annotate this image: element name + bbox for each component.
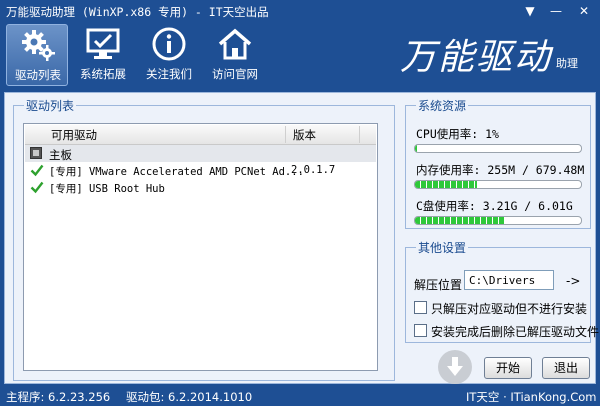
main-program-version: 主程序: 6.2.23.256 bbox=[6, 390, 111, 404]
download-arrow-icon bbox=[438, 350, 472, 384]
cpu-usage-label: CPU使用率: 1% bbox=[416, 127, 499, 141]
system-resources-group-title: 系统资源 bbox=[416, 97, 469, 114]
memory-usage-label: 内存使用率: 255M / 679.48M bbox=[416, 163, 585, 177]
nav-label: 系统拓展 bbox=[80, 67, 126, 81]
main-content: 驱动列表 可用驱动 版本 主板 [专用] VMware Accelerated … bbox=[4, 92, 599, 384]
column-available-drivers[interactable]: 可用驱动 bbox=[51, 127, 97, 143]
extract-only-label[interactable]: 只解压对应驱动但不进行安装 bbox=[431, 300, 587, 317]
nav-system-extension[interactable]: 系统拓展 bbox=[72, 24, 134, 86]
nav-driver-list[interactable]: 驱动列表 bbox=[6, 24, 68, 86]
delete-after-install-checkbox[interactable] bbox=[414, 324, 427, 337]
nav-follow-us[interactable]: 关注我们 bbox=[138, 24, 200, 86]
cpu-usage-bar bbox=[414, 144, 582, 153]
brand-logo-text: 万能驱动 bbox=[400, 37, 553, 78]
category-box-icon bbox=[30, 147, 42, 159]
driver-row[interactable]: [专用] VMware Accelerated AMD PCNet Ad... … bbox=[25, 162, 376, 179]
window-title: 万能驱动助理 (WinXP.x86 专用) - IT天空出品 bbox=[6, 5, 269, 19]
nav-label: 访问官网 bbox=[212, 67, 258, 81]
driver-list-group-title: 驱动列表 bbox=[24, 97, 77, 114]
other-settings-group-title: 其他设置 bbox=[416, 239, 469, 256]
minimize-button[interactable]: — bbox=[548, 3, 564, 19]
driver-group-name: 主板 bbox=[49, 148, 72, 162]
nav-label: 驱动列表 bbox=[15, 68, 61, 82]
nav-official-site[interactable]: 访问官网 bbox=[204, 24, 266, 86]
monitor-icon bbox=[86, 28, 120, 59]
exit-button[interactable]: 退出 bbox=[542, 357, 590, 379]
driver-name: [专用] USB Root Hub bbox=[49, 183, 165, 195]
extract-path-input[interactable] bbox=[464, 270, 554, 290]
menu-dropdown-button[interactable]: ▼ bbox=[522, 3, 538, 19]
extract-only-checkbox[interactable] bbox=[414, 301, 427, 314]
driver-list-header: 可用驱动 版本 bbox=[25, 125, 376, 145]
other-settings-group: 其他设置 解压位置 -> 只解压对应驱动但不进行安装 安装完成后删除已解压驱动文… bbox=[405, 239, 599, 343]
memory-usage-fill bbox=[415, 181, 478, 188]
system-resources-group: 系统资源 CPU使用率: 1% 内存使用率: 255M / 679.48M C盘… bbox=[405, 97, 591, 229]
status-bar: 主程序: 6.2.23.256 驱动包: 6.2.2014.1010 IT天空 … bbox=[0, 386, 600, 406]
driver-version: 2.0.1.7 bbox=[291, 164, 336, 176]
column-divider[interactable] bbox=[285, 126, 286, 143]
checkmark-icon[interactable] bbox=[30, 180, 44, 194]
cpu-usage-fill bbox=[415, 145, 417, 152]
close-button[interactable]: ✕ bbox=[576, 3, 592, 19]
driver-row[interactable]: [专用] USB Root Hub bbox=[25, 179, 376, 196]
brand-subtitle: 助理 bbox=[556, 57, 578, 70]
disk-usage-bar bbox=[414, 216, 582, 225]
app-window: 万能驱动助理 (WinXP.x86 专用) - IT天空出品 ▼ — ✕ 驱动列… bbox=[0, 0, 600, 406]
start-button[interactable]: 开始 bbox=[484, 357, 532, 379]
site-link[interactable]: IT天空 · ITianKong.Com bbox=[466, 389, 597, 405]
extract-path-label: 解压位置 bbox=[414, 278, 463, 292]
gears-icon bbox=[22, 30, 55, 61]
disk-usage-label: C盘使用率: 3.21G / 6.01G bbox=[416, 199, 573, 213]
nav-label: 关注我们 bbox=[146, 67, 192, 81]
memory-usage-bar bbox=[414, 180, 582, 189]
driver-name: [专用] VMware Accelerated AMD PCNet Ad... bbox=[49, 166, 304, 178]
title-bar: 万能驱动助理 (WinXP.x86 专用) - IT天空出品 ▼ — ✕ bbox=[0, 0, 600, 22]
column-divider[interactable] bbox=[359, 126, 360, 143]
checkmark-icon[interactable] bbox=[30, 163, 44, 177]
info-icon bbox=[152, 27, 186, 61]
delete-after-install-label[interactable]: 安装完成后删除已解压驱动文件 bbox=[431, 323, 599, 340]
column-version[interactable]: 版本 bbox=[293, 127, 316, 143]
driver-package-version: 驱动包: 6.2.2014.1010 bbox=[126, 390, 253, 404]
driver-list-view[interactable]: 可用驱动 版本 主板 [专用] VMware Accelerated AMD P… bbox=[23, 123, 378, 371]
disk-usage-fill bbox=[415, 217, 504, 224]
driver-group-row[interactable]: 主板 bbox=[25, 145, 376, 162]
home-icon bbox=[218, 28, 252, 60]
browse-path-button[interactable]: -> bbox=[566, 274, 580, 288]
